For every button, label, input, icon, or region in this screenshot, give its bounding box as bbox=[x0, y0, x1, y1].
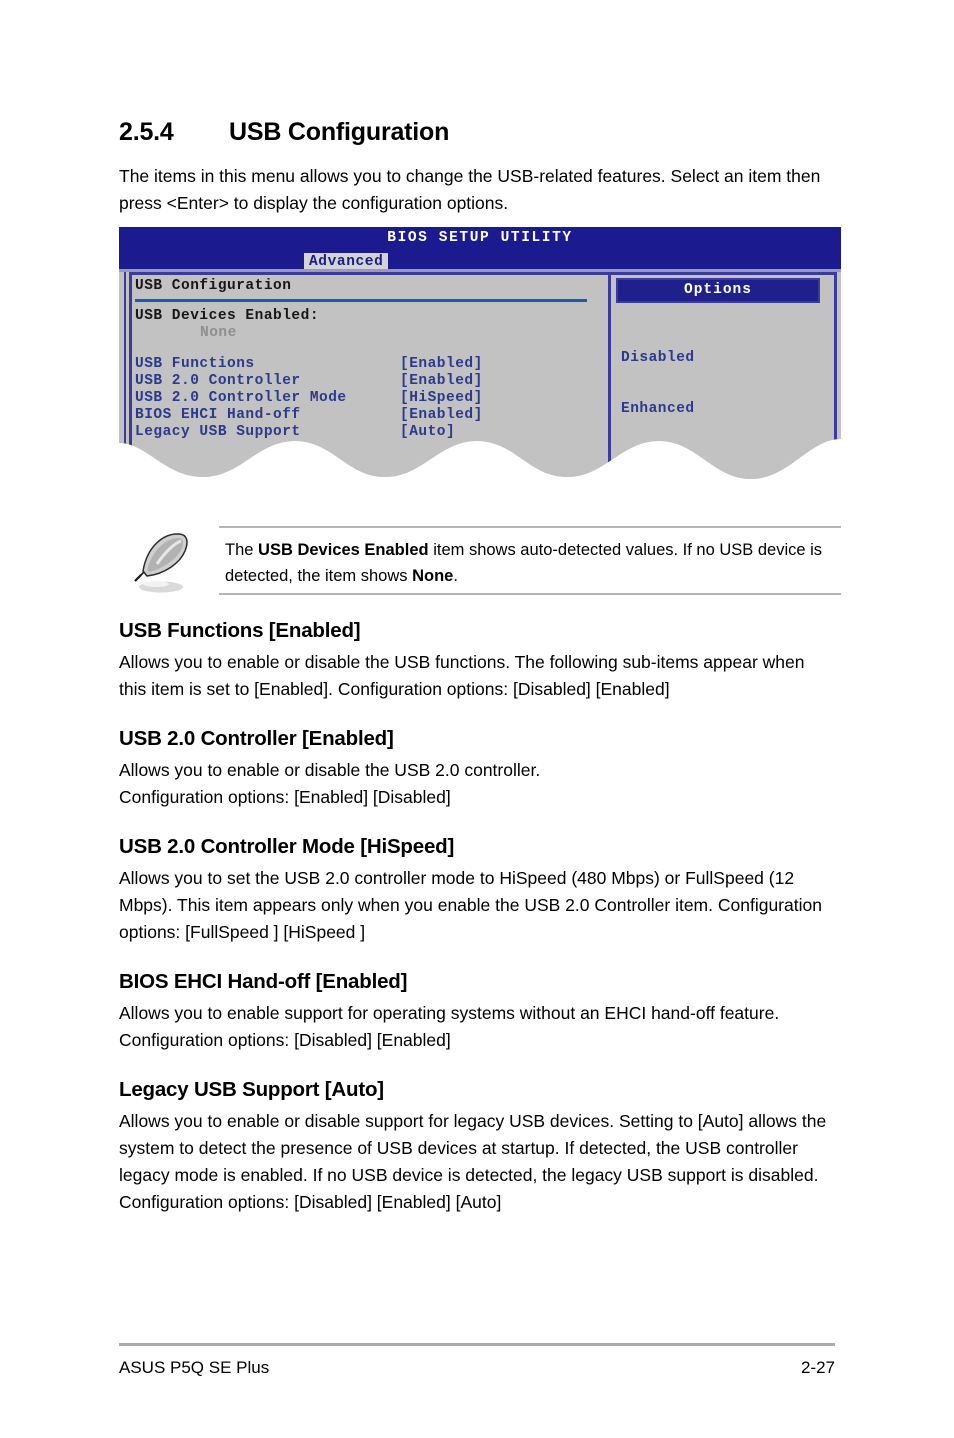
bios-item-list: USB Functions [Enabled] USB 2.0 Controll… bbox=[135, 356, 603, 441]
frame-middle-divider bbox=[608, 272, 611, 482]
note-callout: The USB Devices Enabled item shows auto-… bbox=[119, 521, 841, 599]
subsection-body: Allows you to enable or disable the USB … bbox=[119, 760, 541, 807]
section-title-text: USB Configuration bbox=[229, 118, 450, 146]
options-panel-heading: Options bbox=[616, 278, 820, 303]
bios-content-area: USB Configuration USB Devices Enabled: N… bbox=[119, 269, 841, 482]
subsection-heading: USB 2.0 Controller [Enabled] bbox=[119, 727, 394, 750]
subsection-body: Allows you to set the USB 2.0 controller… bbox=[119, 868, 822, 942]
options-list: Disabled Enhanced bbox=[616, 316, 831, 452]
frame-left-outer-border bbox=[124, 272, 126, 482]
usb-configuration-heading: USB Configuration bbox=[135, 278, 292, 294]
subsection-heading: BIOS EHCI Hand-off [Enabled] bbox=[119, 970, 408, 993]
subsection-bios-ehci-handoff: BIOS EHCI Hand-off [Enabled] Allows you … bbox=[119, 970, 835, 1054]
bios-item-value: [Auto] bbox=[400, 424, 456, 440]
subsection-heading: Legacy USB Support [Auto] bbox=[119, 1078, 384, 1101]
footer-page-number: 2-27 bbox=[800, 1358, 835, 1377]
frame-right-border bbox=[834, 272, 837, 482]
frame-top-border bbox=[129, 272, 835, 275]
bios-item-row[interactable]: Legacy USB Support [Auto] bbox=[135, 424, 603, 441]
note-text-part1: The bbox=[225, 541, 259, 559]
subsection-usb-20-controller-mode: USB 2.0 Controller Mode [HiSpeed] Allows… bbox=[119, 835, 835, 946]
bios-item-value: [HiSpeed] bbox=[400, 390, 483, 406]
bios-right-panel: Options Disabled Enhanced bbox=[616, 278, 831, 452]
note-text-part3: . bbox=[453, 567, 458, 585]
note-bottom-rule bbox=[219, 593, 841, 595]
option-item[interactable]: Enhanced bbox=[621, 401, 831, 418]
section-number: 2.5.4 bbox=[119, 118, 174, 146]
bios-screen: BIOS SETUP UTILITY Advanced USB Configur… bbox=[119, 227, 841, 479]
bios-item-row[interactable]: USB Functions [Enabled] bbox=[135, 356, 603, 373]
option-item[interactable]: Disabled bbox=[621, 350, 831, 367]
section-intro-paragraph: The items in this menu allows you to cha… bbox=[119, 166, 821, 213]
bios-tab-row bbox=[119, 255, 841, 269]
usb-devices-enabled-value: None bbox=[200, 325, 237, 341]
bios-screenshot-figure: BIOS SETUP UTILITY Advanced USB Configur… bbox=[119, 227, 841, 479]
heading-divider-rule bbox=[135, 299, 587, 302]
subsection-usb-20-controller: USB 2.0 Controller [Enabled] Allows you … bbox=[119, 727, 835, 811]
bios-item-label: USB 2.0 Controller Mode bbox=[135, 390, 347, 406]
note-top-rule bbox=[219, 526, 841, 528]
bios-item-label: USB Functions bbox=[135, 356, 255, 372]
subsection-usb-functions: USB Functions [Enabled] Allows you to en… bbox=[119, 619, 835, 703]
bios-left-panel: USB Configuration USB Devices Enabled: N… bbox=[135, 278, 603, 441]
bios-item-label: USB 2.0 Controller bbox=[135, 373, 301, 389]
page-title: 2.5.4 USB Configuration bbox=[119, 118, 449, 147]
bios-item-value: [Enabled] bbox=[400, 407, 483, 423]
subsection-body: Allows you to enable or disable support … bbox=[119, 1111, 827, 1212]
bios-item-label: Legacy USB Support bbox=[135, 424, 301, 440]
subsection-body: Allows you to enable or disable the USB … bbox=[119, 652, 805, 699]
footer-product-name: ASUS P5Q SE Plus bbox=[119, 1358, 270, 1377]
footer-divider bbox=[119, 1343, 835, 1346]
bios-item-value: [Enabled] bbox=[400, 356, 483, 372]
manual-page: 2.5.4 USB Configuration The items in thi… bbox=[0, 0, 954, 1438]
note-bold-usb-devices-enabled: USB Devices Enabled bbox=[258, 541, 429, 559]
subsection-heading: USB 2.0 Controller Mode [HiSpeed] bbox=[119, 835, 455, 858]
quill-pen-icon bbox=[121, 521, 201, 599]
bios-item-row[interactable]: USB 2.0 Controller Mode [HiSpeed] bbox=[135, 390, 603, 407]
note-text: The USB Devices Enabled item shows auto-… bbox=[225, 537, 841, 589]
bios-title-text: BIOS SETUP UTILITY bbox=[387, 230, 573, 246]
bios-item-row[interactable]: USB 2.0 Controller [Enabled] bbox=[135, 373, 603, 390]
subsection-legacy-usb-support: Legacy USB Support [Auto] Allows you to … bbox=[119, 1078, 835, 1216]
subsection-heading: USB Functions [Enabled] bbox=[119, 619, 361, 642]
subsection-body: Allows you to enable support for operati… bbox=[119, 1003, 780, 1050]
usb-devices-enabled-label: USB Devices Enabled: bbox=[135, 308, 320, 324]
bios-item-row[interactable]: BIOS EHCI Hand-off [Enabled] bbox=[135, 407, 603, 424]
bios-item-value: [Enabled] bbox=[400, 373, 483, 389]
note-bold-none: None bbox=[412, 567, 454, 585]
frame-left-inner-border bbox=[129, 272, 132, 482]
bios-item-label: BIOS EHCI Hand-off bbox=[135, 407, 301, 423]
